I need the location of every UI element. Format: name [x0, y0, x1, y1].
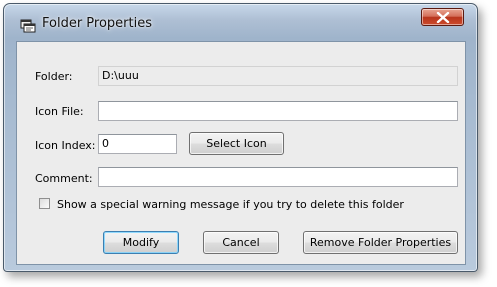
folder-label: Folder:	[35, 70, 73, 83]
delete-warning-checkbox[interactable]	[39, 198, 50, 209]
close-button[interactable]	[421, 8, 464, 26]
comment-label: Comment:	[35, 172, 93, 185]
comment-input[interactable]	[98, 167, 458, 187]
icon-file-label: Icon File:	[35, 105, 84, 118]
icon-index-input[interactable]: 0	[98, 134, 177, 154]
folder-properties-icon	[20, 17, 36, 33]
window-title: Folder Properties	[42, 16, 153, 31]
modify-button[interactable]: Modify	[103, 231, 179, 254]
title-bar[interactable]: Folder Properties	[4, 4, 477, 41]
icon-index-label: Icon Index:	[35, 139, 96, 152]
dialog-client-area: Folder: D:\uuu Icon File: Icon Index: 0 …	[16, 41, 466, 265]
select-icon-button[interactable]: Select Icon	[189, 132, 284, 155]
remove-folder-properties-button[interactable]: Remove Folder Properties	[303, 231, 458, 254]
cancel-button[interactable]: Cancel	[203, 231, 279, 254]
icon-file-input[interactable]	[98, 101, 458, 121]
delete-warning-checkbox-label[interactable]: Show a special warning message if you tr…	[57, 198, 404, 211]
close-icon	[436, 12, 450, 23]
folder-path-field: D:\uuu	[98, 66, 458, 86]
folder-properties-dialog: Folder Properties Folder: D:\uuu Icon Fi…	[3, 3, 478, 272]
